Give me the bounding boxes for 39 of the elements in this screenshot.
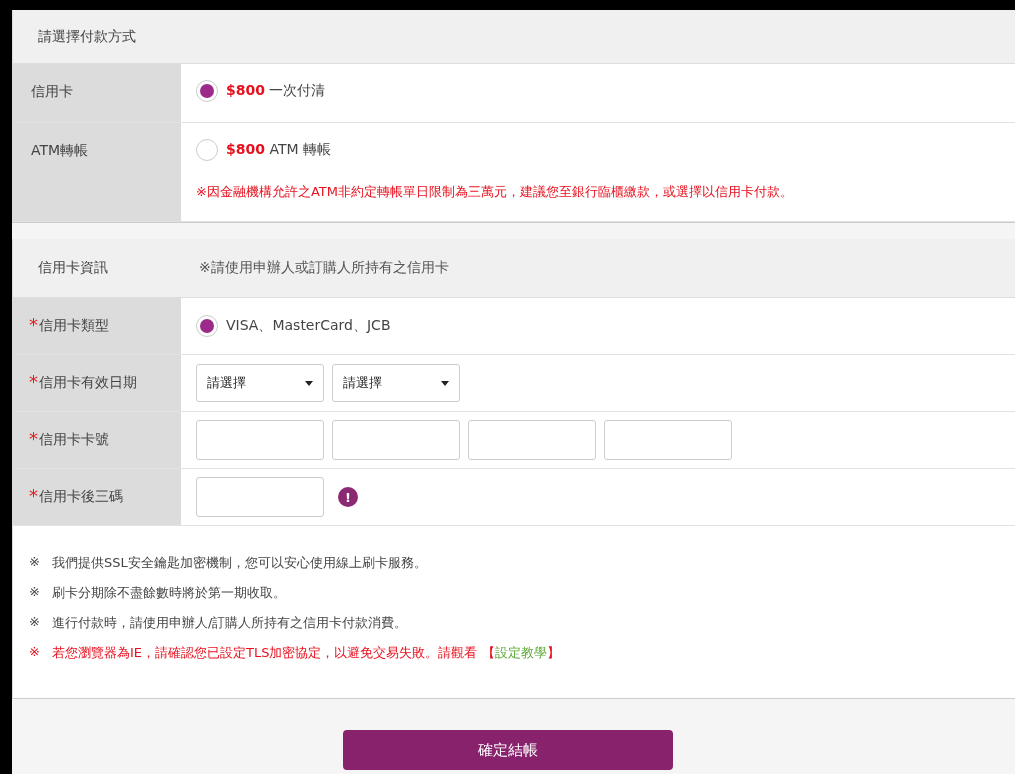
row-label: 信用卡有效日期 (39, 374, 137, 392)
row-label: 信用卡 (31, 83, 73, 99)
row-label: 信用卡卡號 (39, 431, 109, 449)
row-label: ATM轉帳 (31, 142, 89, 158)
required-mark: * (29, 317, 38, 333)
checkout-button[interactable]: 確定結帳 (342, 730, 673, 770)
section-title: 信用卡資訊 (37, 259, 109, 277)
radio-button[interactable] (196, 139, 218, 161)
card-number-field[interactable] (468, 420, 596, 460)
section-title: 請選擇付款方式 (37, 27, 136, 46)
note-mark: ※ (29, 554, 40, 571)
required-mark: * (29, 431, 38, 447)
note-text: 我們提供SSL安全鑰匙加密機制，您可以安心使用線上刷卡服務。 (51, 554, 427, 572)
month-year-dropdown[interactable]: 請選擇 (196, 364, 324, 402)
caret-icon (441, 380, 449, 386)
note-text: 進行付款時，請使用申辦人/訂購人所持有之信用卡付款消費。 (51, 614, 408, 632)
required-mark: * (29, 488, 38, 504)
required-mark: * (29, 374, 38, 390)
hint-text: ※請使用申辦人或訂購人所持有之信用卡 (198, 259, 449, 277)
radio-button[interactable] (196, 80, 218, 102)
note-mark: ※ (29, 584, 40, 601)
info-icon[interactable]: ! (338, 487, 358, 507)
card-number-field[interactable] (196, 420, 324, 460)
radio-button[interactable] (196, 315, 218, 337)
card-number-field[interactable] (332, 420, 460, 460)
note-text: 刷卡分期除不盡餘數時將於第一期收取。 (51, 584, 286, 602)
row-label: 信用卡類型 (39, 317, 109, 335)
option-label: $800 ATM 轉帳 (226, 141, 331, 159)
row-label: 信用卡後三碼 (39, 488, 123, 506)
note-mark: ※ (29, 644, 40, 661)
option-label: $800 一次付清 (226, 82, 326, 100)
caret-icon (305, 380, 313, 386)
option-label: VISA、MasterCard、JCB (226, 317, 391, 335)
security-code-field[interactable] (196, 477, 324, 517)
month-year-dropdown[interactable]: 請選擇 (332, 364, 460, 402)
card-number-field[interactable] (604, 420, 732, 460)
note-text: 若您瀏覽器為IE，請確認您已設定TLS加密協定，以避免交易失敗。請觀看 【設定教學】 (51, 644, 560, 662)
note-mark: ※ (29, 614, 40, 631)
warning-text: ※因金融機構允許之ATM非約定轉帳單日限制為三萬元，建議您至銀行臨櫃繳款，或選擇以信用卡付款。 (196, 183, 793, 201)
